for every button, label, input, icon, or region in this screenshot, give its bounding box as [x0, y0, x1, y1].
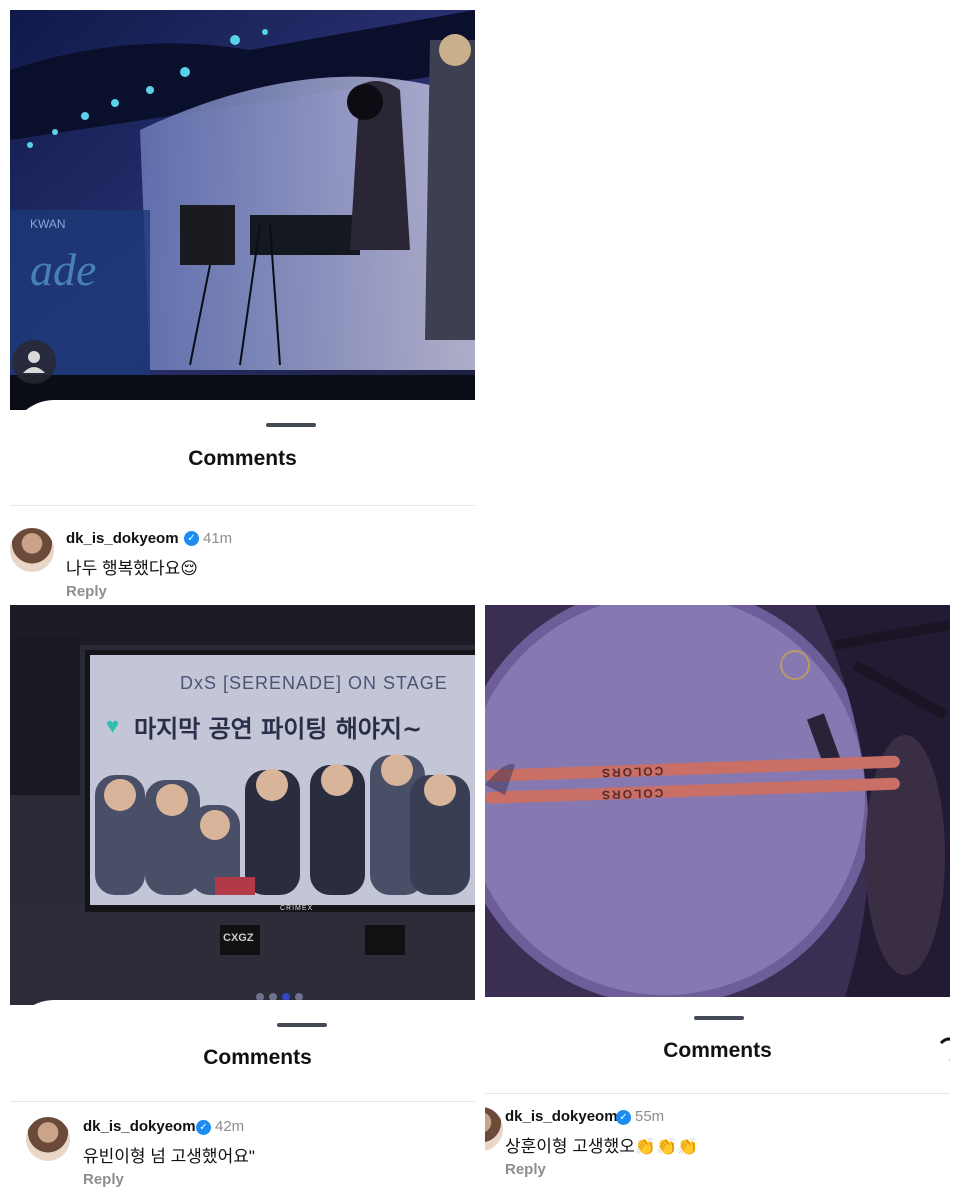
- comments-title: Comments: [188, 447, 297, 470]
- comment-time: 42m: [215, 1118, 245, 1135]
- comments-title: Comments: [663, 1039, 772, 1062]
- drum-photo: COLORS COLORS: [485, 605, 950, 997]
- post-panel-3: COLORS COLORS Comments dk_is_dokyeom ✓ 5…: [485, 605, 950, 1195]
- comments-sheet: Comments dk_is_dokyeom ✓ 42m 유빈이형 넘 고생했어…: [10, 1000, 475, 1195]
- post-panel-1: ade KWAN Comments dk_is_dokyeom ✓ 41m 나두…: [10, 10, 475, 600]
- avatar[interactable]: [26, 1117, 70, 1161]
- verified-badge-icon: ✓: [616, 1110, 631, 1125]
- comment-text: 나두 행복했다요😌: [66, 559, 198, 578]
- avatar[interactable]: [10, 528, 54, 572]
- comment-username[interactable]: dk_is_dokyeom: [505, 1108, 618, 1125]
- heart-icon: ♥: [106, 713, 120, 738]
- drum-photo-art: [485, 605, 950, 997]
- sheet-drag-handle[interactable]: [266, 423, 316, 427]
- comment-item: dk_is_dokyeom ✓ 55m 상훈이형 고생했오👏👏👏 Reply: [485, 1103, 950, 1188]
- reply-button[interactable]: Reply: [505, 1161, 546, 1178]
- screen-caption: DxS [SERENADE] ON STAGE: [180, 673, 448, 693]
- comment-item: dk_is_dokyeom ✓ 42m 유빈이형 넘 고생했어요" Reply: [10, 1113, 475, 1193]
- comments-sheet: Comments dk_is_dokyeom ✓ 41m 나두 행복했다요😌 R…: [10, 400, 475, 600]
- monitor-brand: CRIMEX: [280, 905, 314, 912]
- monitor-photo-art: [10, 605, 475, 1005]
- sheet-divider: [485, 1093, 950, 1094]
- comment-item: dk_is_dokyeom ✓ 41m 나두 행복했다요😌 Reply: [10, 518, 475, 600]
- sheet-divider: [10, 1101, 475, 1102]
- svg-text:KWAN: KWAN: [30, 217, 66, 231]
- drumstick-brand-2: COLORS: [599, 785, 664, 803]
- stand-text: CXGZ: [223, 932, 254, 944]
- comments-sheet: Comments dk_is_dokyeom ✓ 55m 상훈이형 고생했오👏👏…: [485, 997, 950, 1195]
- stage-photo: ade KWAN: [10, 10, 475, 410]
- comments-title: Comments: [203, 1046, 312, 1069]
- svg-text:ade: ade: [30, 244, 96, 295]
- person-icon[interactable]: [12, 340, 56, 384]
- comment-username[interactable]: dk_is_dokyeom: [83, 1118, 196, 1135]
- stage-photo-art: ade KWAN: [10, 10, 475, 410]
- avatar[interactable]: [485, 1107, 503, 1151]
- screen-heart-text: 마지막 공연 파이팅 해야지~: [134, 715, 423, 743]
- comment-time: 41m: [203, 530, 233, 547]
- share-arrow-icon[interactable]: [935, 1033, 950, 1063]
- sheet-divider: [10, 505, 475, 506]
- monitor-photo: DxS [SERENADE] ON STAGE ♥ 마지막 공연 파이팅 해야지…: [10, 605, 475, 1005]
- drumstick-brand: COLORS: [599, 763, 664, 781]
- reply-button[interactable]: Reply: [66, 583, 107, 600]
- comment-time: 55m: [635, 1108, 665, 1125]
- comment-text: 상훈이형 고생했오👏👏👏: [505, 1137, 699, 1156]
- comment-text: 유빈이형 넘 고생했어요": [83, 1147, 255, 1166]
- comment-username[interactable]: dk_is_dokyeom: [66, 530, 179, 547]
- post-panel-2: DxS [SERENADE] ON STAGE ♥ 마지막 공연 파이팅 해야지…: [10, 605, 475, 1195]
- verified-badge-icon: ✓: [184, 531, 199, 546]
- verified-badge-icon: ✓: [196, 1120, 211, 1135]
- sheet-drag-handle[interactable]: [694, 1016, 744, 1020]
- reply-button[interactable]: Reply: [83, 1171, 124, 1188]
- sheet-drag-handle[interactable]: [277, 1023, 327, 1027]
